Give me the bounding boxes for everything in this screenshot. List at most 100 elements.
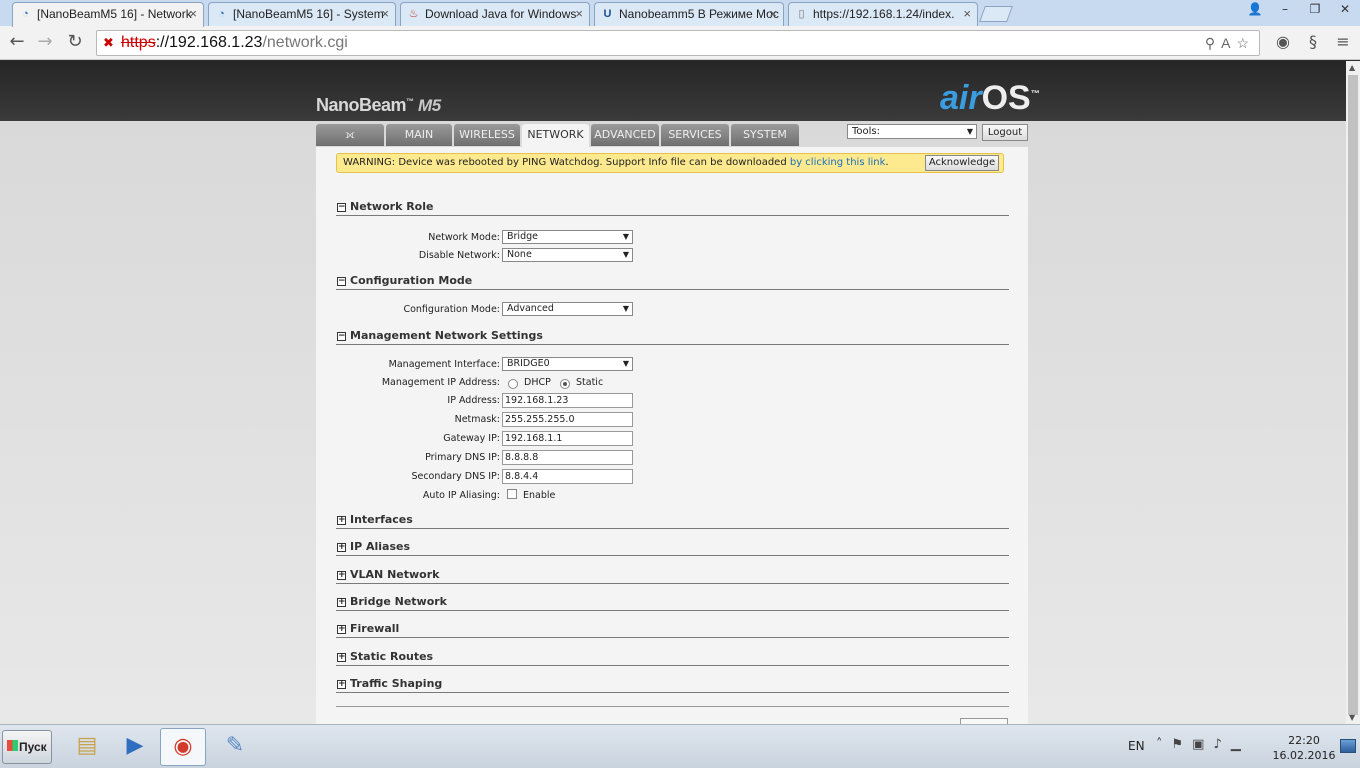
browser-tab-system[interactable]: ◔ [NanoBeamM5 16] - System × xyxy=(208,2,396,26)
tab-system[interactable]: SYSTEM xyxy=(731,124,799,146)
browser-tab-index[interactable]: ▯ https://192.168.1.24/index. × xyxy=(788,2,978,26)
section-traffic-shaping[interactable]: + Traffic Shaping xyxy=(336,677,1009,693)
forward-button[interactable]: → xyxy=(34,32,56,54)
browser-toolbar: ← → ↻ ✖ https://192.168.1.23/network.cgi… xyxy=(0,26,1360,60)
menu-icon[interactable]: ≡ xyxy=(1328,32,1358,51)
management-interface-label: Management Interface: xyxy=(388,359,500,370)
zoom-icon[interactable]: ⚲ xyxy=(1205,35,1221,51)
tools-dropdown[interactable]: Tools: ▼ xyxy=(847,124,977,139)
windows-logo-icon xyxy=(7,740,18,751)
section-firewall[interactable]: + Firewall xyxy=(336,622,1009,638)
java-icon: ♨ xyxy=(408,8,419,20)
support-info-link[interactable]: by clicking this link xyxy=(790,157,886,168)
close-tab-icon[interactable]: × xyxy=(189,6,197,21)
management-interface-select[interactable]: BRIDGE0 ▼ xyxy=(502,357,633,371)
ip-address-field[interactable]: 192.168.1.23 xyxy=(502,393,633,408)
network-mode-select[interactable]: Bridge ▼ xyxy=(502,230,633,244)
gateway-ip-label: Gateway IP: xyxy=(443,433,500,444)
chrome-icon[interactable]: ◉ xyxy=(160,728,206,766)
close-window-button[interactable]: ✕ xyxy=(1330,0,1360,20)
section-vlan-network[interactable]: + VLAN Network xyxy=(336,568,1009,584)
volume-icon[interactable]: ♪ xyxy=(1213,737,1230,752)
restore-button[interactable]: ❐ xyxy=(1300,0,1330,20)
reload-button[interactable]: ↻ xyxy=(64,32,86,54)
close-tab-icon[interactable]: × xyxy=(963,6,971,21)
expand-toggle-icon[interactable]: + xyxy=(337,598,346,607)
start-button[interactable]: Пуск xyxy=(2,730,52,764)
scroll-up-icon[interactable]: ▲ xyxy=(1349,63,1355,72)
dhcp-radio-label: DHCP xyxy=(524,377,551,388)
section-interfaces[interactable]: + Interfaces xyxy=(336,513,1009,529)
gateway-ip-field[interactable]: 192.168.1.1 xyxy=(502,431,633,446)
page-scrollbar[interactable]: ▲ ▼ xyxy=(1346,61,1360,724)
auto-ip-aliasing-checkbox[interactable] xyxy=(507,489,517,499)
tab-advanced[interactable]: ADVANCED xyxy=(591,124,659,146)
expand-toggle-icon[interactable]: + xyxy=(337,516,346,525)
media-player-icon[interactable]: ▶ xyxy=(112,728,158,766)
extension-eye-icon[interactable]: ◉ xyxy=(1268,32,1298,51)
taskbar-clock[interactable]: 22:20 16.02.2016 xyxy=(1272,733,1336,763)
close-tab-icon[interactable]: × xyxy=(381,6,389,21)
extension-clef-icon[interactable]: § xyxy=(1298,32,1328,51)
expand-toggle-icon[interactable]: + xyxy=(337,680,346,689)
show-hidden-icons-icon[interactable]: ˄ xyxy=(1156,737,1172,752)
collapse-toggle-icon[interactable]: − xyxy=(337,277,346,286)
back-button[interactable]: ← xyxy=(6,32,28,54)
network-signal-icon[interactable]: ▁ xyxy=(1231,737,1250,752)
expand-toggle-icon[interactable]: + xyxy=(337,625,346,634)
translate-icon[interactable]: A xyxy=(1221,35,1236,51)
scroll-down-icon[interactable]: ▼ xyxy=(1349,713,1355,722)
browser-tab-forum[interactable]: U Nanobeamm5 В Режиме Мос × xyxy=(594,2,784,26)
divider xyxy=(336,706,1009,707)
tab-wireless[interactable]: WIRELESS xyxy=(454,124,520,146)
signal-icon: ◔ xyxy=(218,8,225,20)
secondary-dns-field[interactable]: 8.8.4.4 xyxy=(502,469,633,484)
section-static-routes[interactable]: + Static Routes xyxy=(336,650,1009,666)
dropdown-arrow-icon: ▼ xyxy=(622,304,629,313)
user-icon[interactable]: 👤 xyxy=(1240,0,1270,20)
browser-tab-network[interactable]: ◔ [NanoBeamM5 16] - Network × xyxy=(12,2,204,27)
section-configuration-mode: − Configuration Mode xyxy=(336,274,1009,290)
section-management-network: − Management Network Settings xyxy=(336,329,1009,345)
paint-icon[interactable]: ✎ xyxy=(212,728,258,766)
windows-taskbar: Пуск ▤ ▶ ◉ ✎ EN ˄⚑▣♪▁ 22:20 16.02.2016 xyxy=(0,724,1360,768)
disable-network-label: Disable Network: xyxy=(418,250,500,261)
language-indicator[interactable]: EN xyxy=(1128,739,1145,753)
browser-tab-java[interactable]: ♨ Download Java for Windows × xyxy=(400,2,590,26)
configuration-mode-label: Configuration Mode: xyxy=(403,304,500,315)
scrollbar-thumb[interactable] xyxy=(1348,75,1358,715)
tab-main[interactable]: MAIN xyxy=(386,124,452,146)
show-desktop-button[interactable] xyxy=(1340,739,1356,753)
acknowledge-button[interactable]: Acknowledge xyxy=(925,155,999,171)
section-ip-aliases[interactable]: + IP Aliases xyxy=(336,540,1009,556)
system-tray: ˄⚑▣♪▁ xyxy=(1156,737,1250,752)
tab-network[interactable]: NETWORK xyxy=(522,124,589,148)
netmask-field[interactable]: 255.255.255.0 xyxy=(502,412,633,427)
device-icon[interactable]: ▣ xyxy=(1192,737,1213,752)
disable-network-select[interactable]: None ▼ xyxy=(502,248,633,262)
close-tab-icon[interactable]: × xyxy=(769,6,777,21)
minimize-button[interactable]: – xyxy=(1270,0,1300,20)
address-bar[interactable]: ✖ https://192.168.1.23/network.cgi ⚲A☆ xyxy=(96,30,1260,56)
ip-address-label: IP Address: xyxy=(447,395,500,406)
new-tab-button[interactable] xyxy=(979,6,1013,22)
signal-icon: ◔ xyxy=(22,8,29,20)
collapse-toggle-icon[interactable]: − xyxy=(337,203,346,212)
static-radio[interactable] xyxy=(560,379,570,389)
insecure-lock-icon: ✖ xyxy=(103,35,114,50)
action-center-icon[interactable]: ⚑ xyxy=(1172,737,1193,752)
expand-toggle-icon[interactable]: + xyxy=(337,543,346,552)
configuration-mode-select[interactable]: Advanced ▼ xyxy=(502,302,633,316)
dhcp-radio[interactable] xyxy=(508,379,518,389)
bookmark-star-icon[interactable]: ☆ xyxy=(1236,35,1255,51)
logout-button[interactable]: Logout xyxy=(982,124,1028,141)
expand-toggle-icon[interactable]: + xyxy=(337,653,346,662)
tab-services[interactable]: SERVICES xyxy=(661,124,729,146)
tab-ubnt-logo[interactable]: ⟗ xyxy=(316,124,384,146)
expand-toggle-icon[interactable]: + xyxy=(337,571,346,580)
collapse-toggle-icon[interactable]: − xyxy=(337,332,346,341)
primary-dns-field[interactable]: 8.8.8.8 xyxy=(502,450,633,465)
section-bridge-network[interactable]: + Bridge Network xyxy=(336,595,1009,611)
close-tab-icon[interactable]: × xyxy=(575,6,583,21)
explorer-folder-icon[interactable]: ▤ xyxy=(64,728,110,766)
